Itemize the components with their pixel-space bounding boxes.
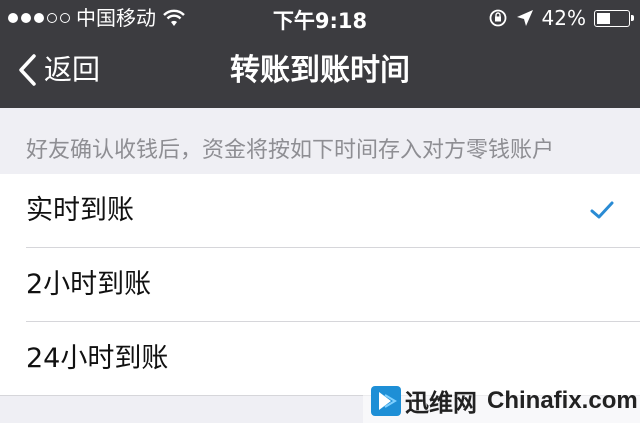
option-label: 24小时到账 (26, 343, 169, 374)
option-2-hours[interactable]: 2小时到账 (0, 248, 640, 322)
option-label: 2小时到账 (26, 269, 152, 300)
option-label: 实时到账 (26, 195, 134, 226)
watermark-en: Chinafix.com (487, 386, 638, 414)
battery-icon (594, 9, 634, 27)
battery-percent: 42% (541, 6, 586, 30)
chinafix-logo-icon (371, 385, 401, 416)
section-header: 好友确认收钱后，资金将按如下时间存入对方零钱账户 (0, 108, 640, 174)
transfer-time-options: 实时到账 2小时到账 24小时到账 (0, 174, 640, 396)
watermark-cn: 迅维网 (405, 389, 477, 417)
status-bar: 中国移动 下午9:18 42% (0, 0, 640, 36)
orientation-lock-icon (489, 9, 506, 27)
status-right: 42% (488, 6, 634, 30)
battery-fill (597, 12, 610, 24)
navigation-bar: 返回 转账到账时间 (0, 36, 640, 108)
checkmark-icon (590, 201, 614, 219)
option-realtime[interactable]: 实时到账 (0, 174, 640, 248)
screen: 中国移动 下午9:18 42% 返回 转账到账时间 好友确认收钱后，资金将按如下… (0, 0, 640, 423)
location-icon (516, 10, 533, 26)
watermark: 迅维网 Chinafix.com (363, 378, 640, 423)
page-title: 转账到账时间 (230, 53, 410, 88)
